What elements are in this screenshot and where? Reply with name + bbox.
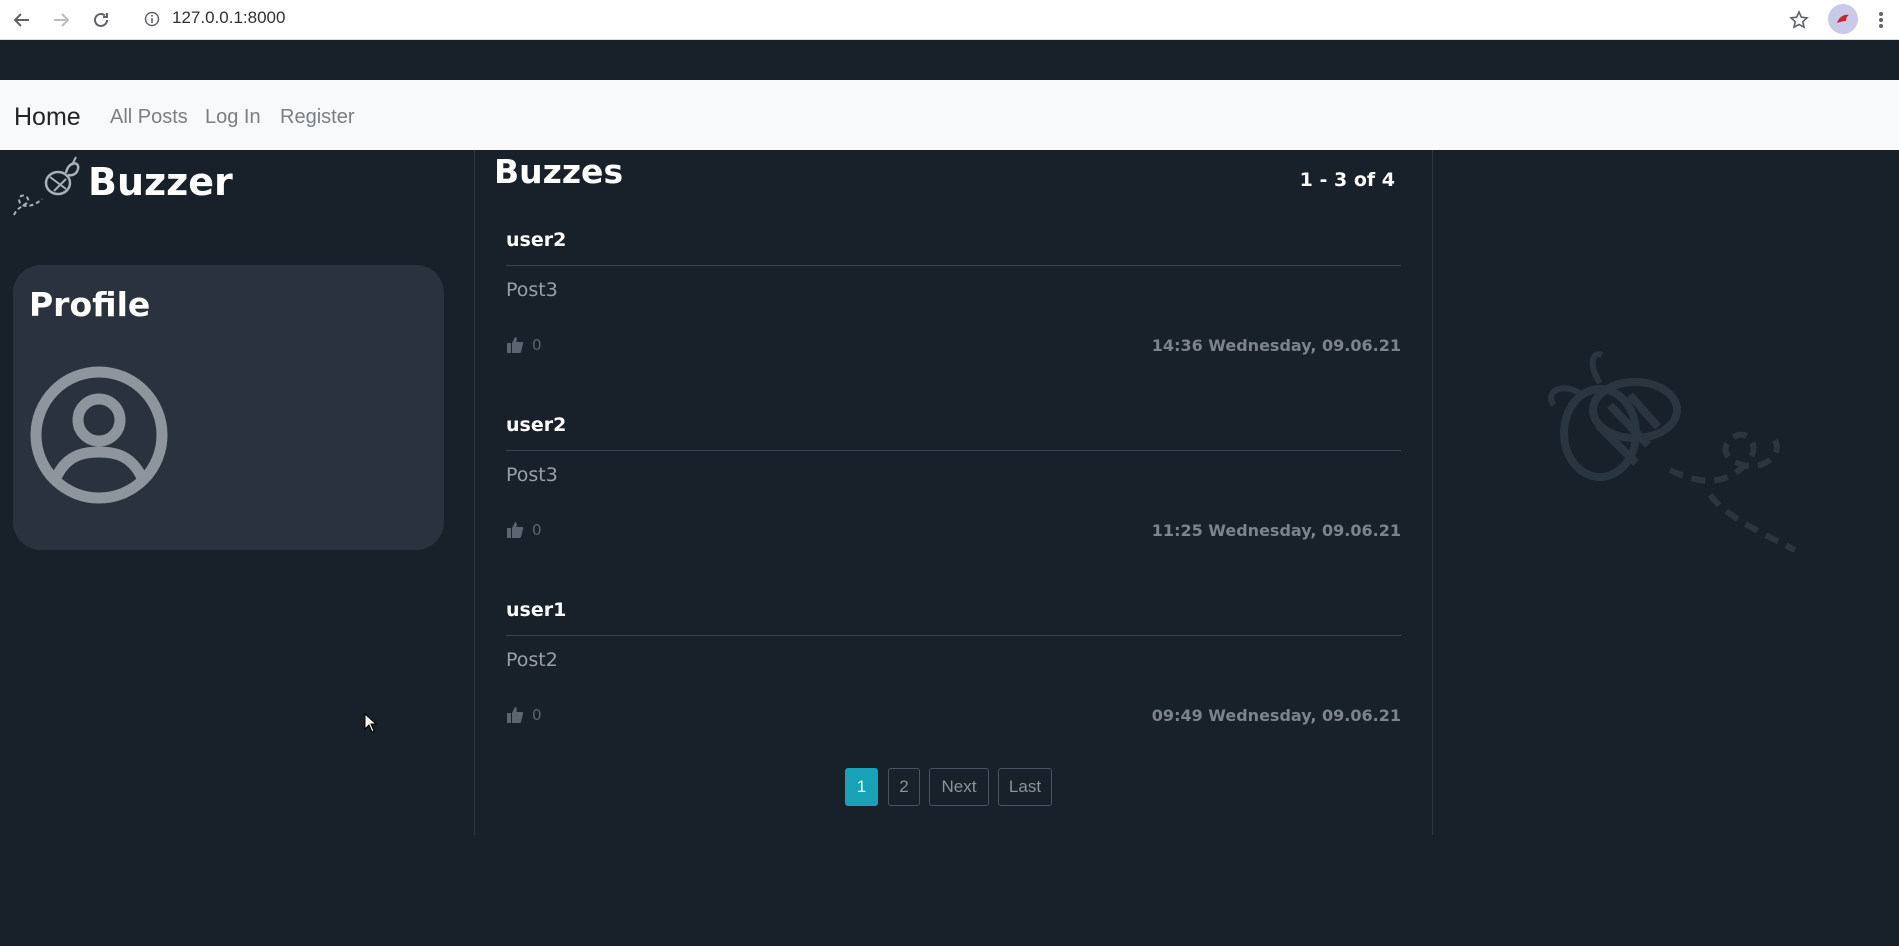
user-avatar-icon (30, 366, 168, 504)
more-menu-icon[interactable] (1869, 6, 1893, 34)
feed-title: Buzzes (494, 152, 624, 191)
home-link[interactable]: Home (14, 103, 81, 132)
post-divider (506, 450, 1401, 451)
mouse-cursor-icon (364, 712, 378, 733)
browser-toolbar: 127.0.0.1:8000 (0, 0, 1899, 40)
post-content: Post2 (506, 649, 558, 671)
post-timestamp: 14:36 Wednesday, 09.06.21 (1151, 336, 1401, 355)
post-timestamp: 11:25 Wednesday, 09.06.21 (1151, 521, 1401, 540)
post-divider (506, 635, 1401, 636)
right-column-divider (1432, 150, 1433, 835)
star-icon[interactable] (1785, 6, 1813, 34)
post-author[interactable]: user2 (506, 229, 566, 251)
top-band (0, 40, 1899, 80)
profile-card: Profile (13, 265, 444, 550)
thumbs-up-icon[interactable] (506, 521, 524, 539)
register-link[interactable]: Register (280, 106, 354, 129)
profile-avatar-icon[interactable] (1828, 4, 1858, 34)
all-posts-link[interactable]: All Posts (110, 106, 188, 129)
like-count: 0 (532, 336, 542, 354)
thumbs-up-icon[interactable] (506, 706, 524, 724)
reload-icon[interactable] (87, 6, 115, 34)
like-count: 0 (532, 521, 542, 539)
page-2-button[interactable]: 2 (888, 768, 920, 806)
forward-icon[interactable] (47, 6, 75, 34)
thumbs-up-icon[interactable] (506, 336, 524, 354)
post-item: user1 Post2 0 09:49 Wednesday, 09.06.21 (506, 599, 1401, 779)
back-icon[interactable] (8, 6, 36, 34)
post-item: user2 Post3 0 11:25 Wednesday, 09.06.21 (506, 414, 1401, 594)
address-bar-url[interactable]: 127.0.0.1:8000 (172, 8, 285, 28)
left-column-divider (474, 150, 475, 835)
post-count-label: 1 - 3 of 4 (1299, 169, 1395, 191)
post-divider (506, 265, 1401, 266)
bee-decoration-icon (1540, 345, 1810, 560)
post-author[interactable]: user1 (506, 599, 566, 621)
next-page-button[interactable]: Next (929, 768, 989, 806)
site-navbar: Home All Posts Log In Register (0, 80, 1899, 150)
post-timestamp: 09:49 Wednesday, 09.06.21 (1151, 706, 1401, 725)
site-logo-text: Buzzer (88, 160, 233, 204)
last-page-button[interactable]: Last (998, 768, 1052, 806)
bee-logo-icon (10, 155, 88, 221)
post-content: Post3 (506, 464, 558, 486)
profile-title: Profile (29, 285, 151, 324)
like-count: 0 (532, 706, 542, 724)
post-item: user2 Post3 0 14:36 Wednesday, 09.06.21 (506, 229, 1401, 409)
info-icon[interactable] (142, 9, 162, 29)
post-content: Post3 (506, 279, 558, 301)
log-in-link[interactable]: Log In (205, 106, 261, 129)
page-1-button[interactable]: 1 (845, 768, 878, 806)
post-author[interactable]: user2 (506, 414, 566, 436)
